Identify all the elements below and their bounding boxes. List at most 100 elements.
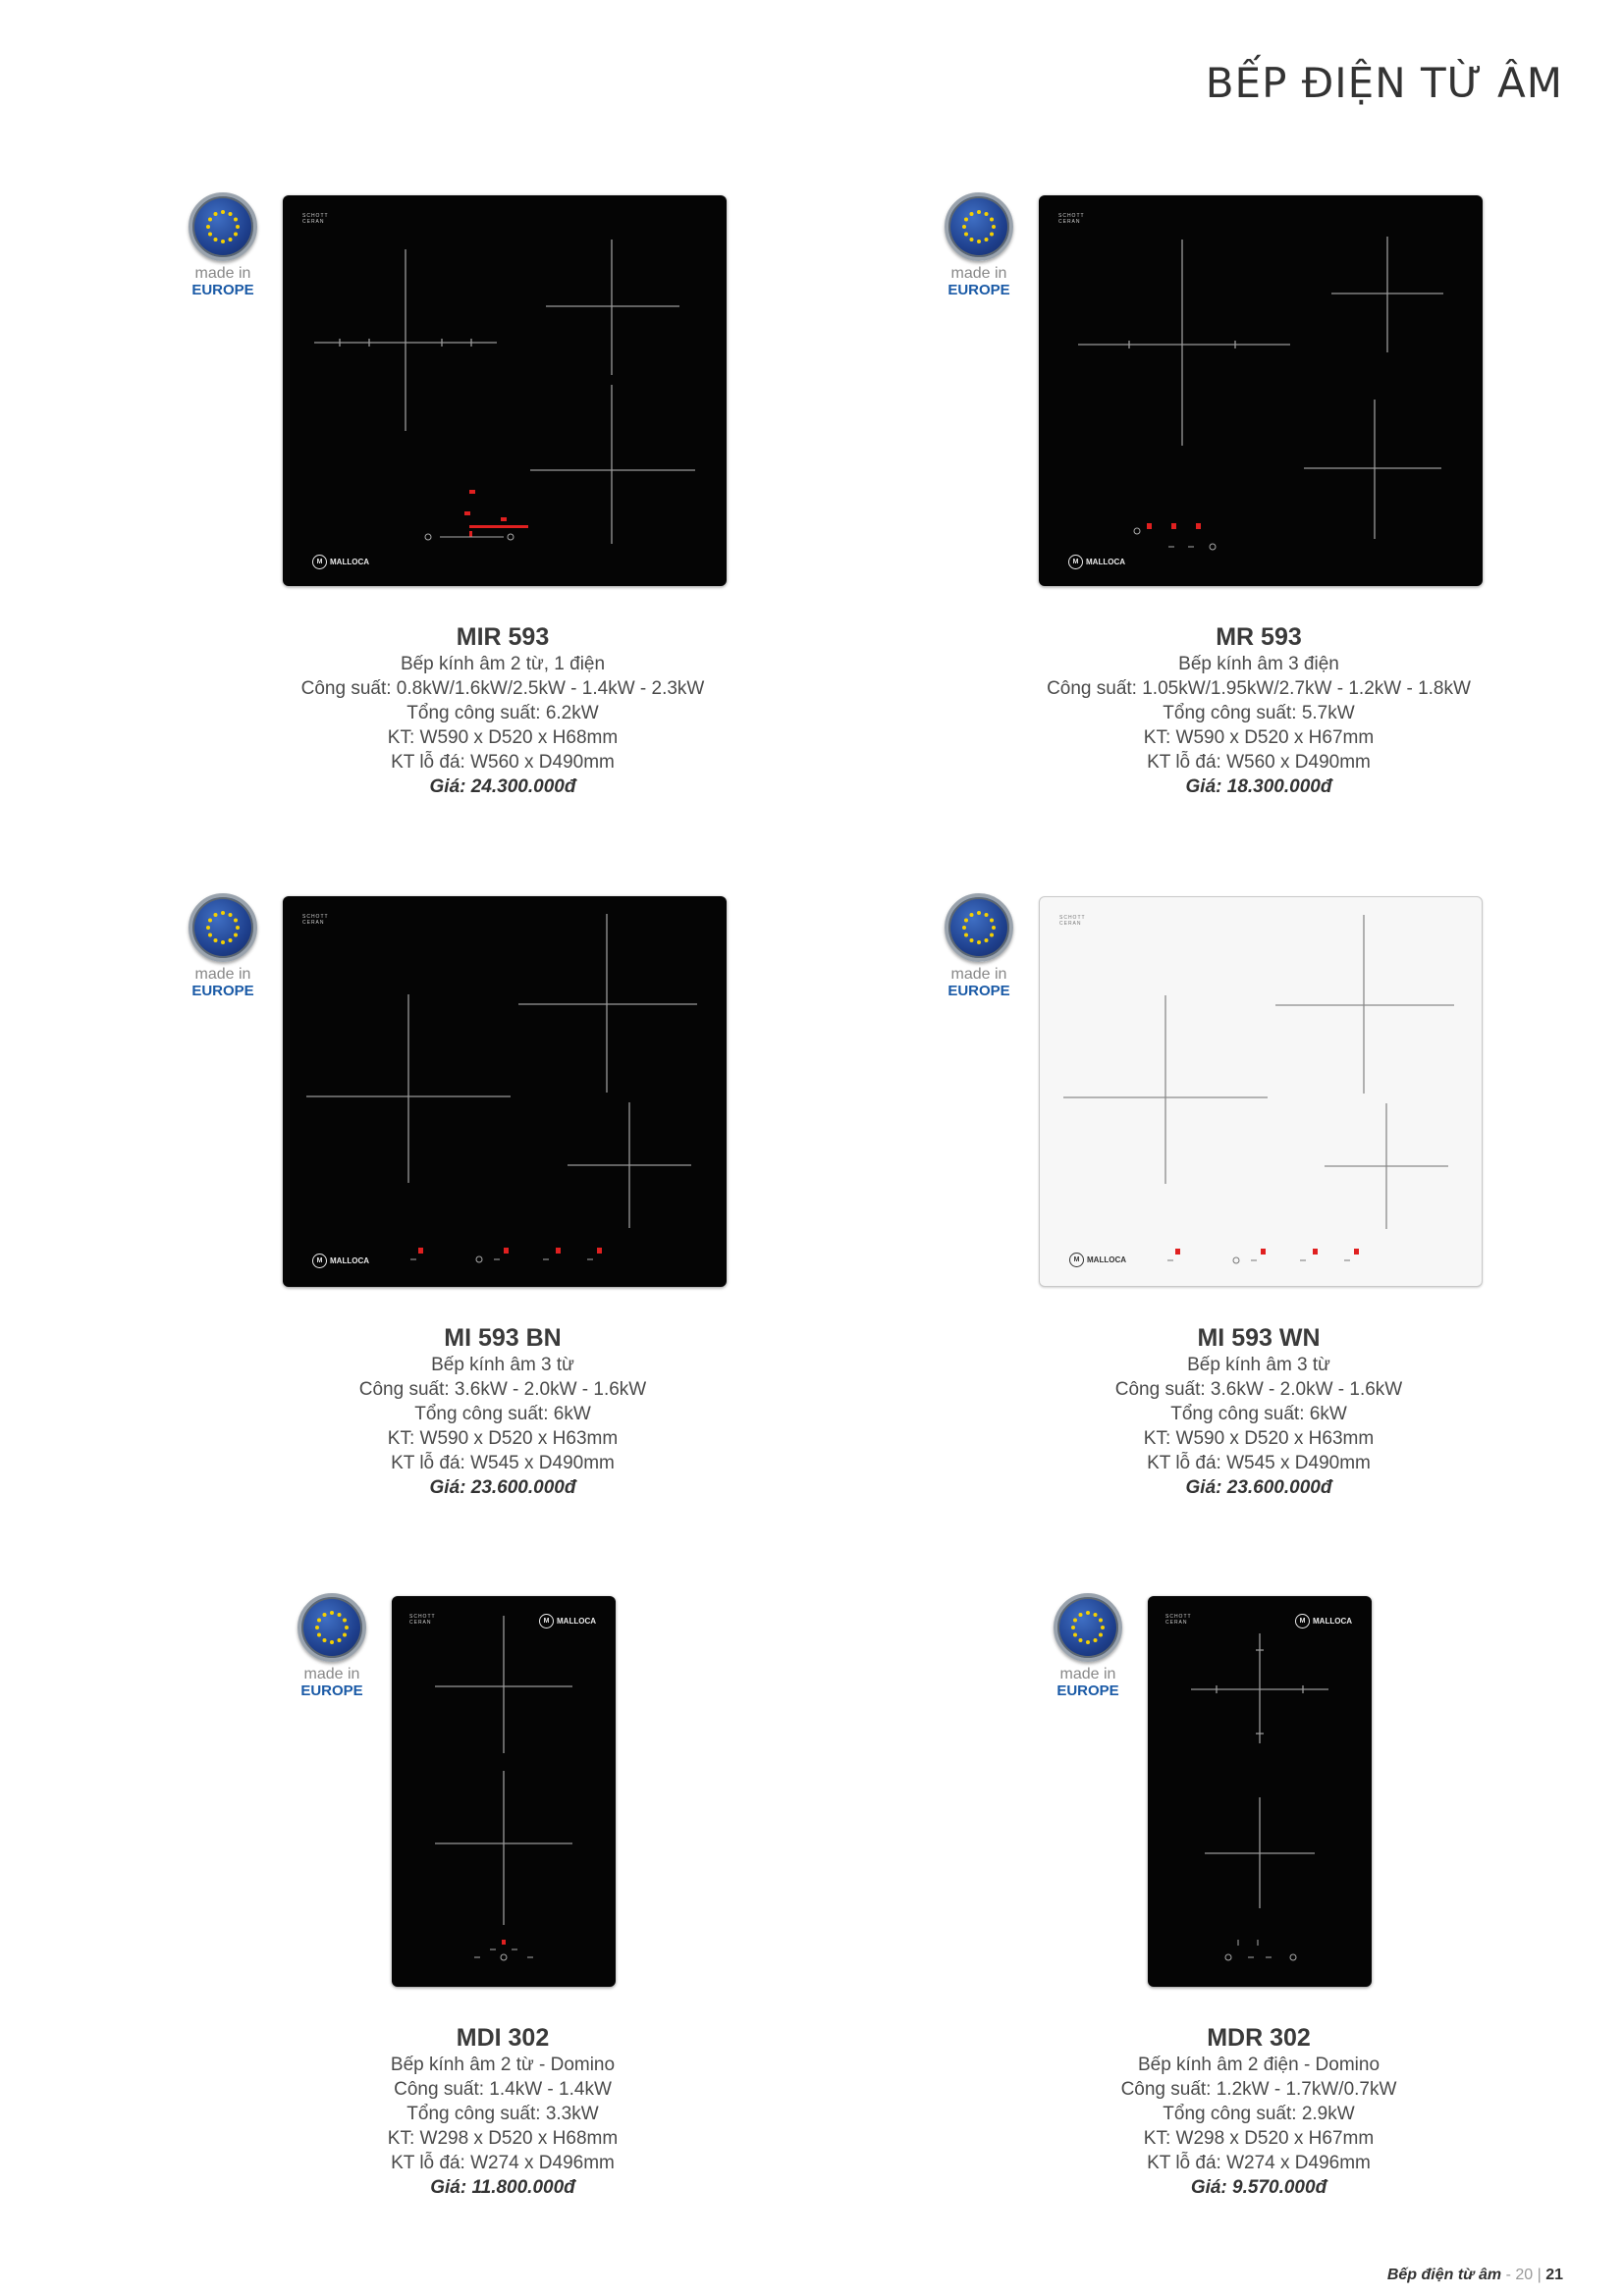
cutout-size: KT lỗ đá: W560 x D490mm [1147, 752, 1371, 773]
europe-label: EUROPE [191, 282, 254, 298]
page-number-left: 20 [1515, 2267, 1534, 2283]
made-in-europe-badge: made in EUROPE [288, 1593, 376, 1699]
price: Giá: 11.800.000đ [430, 2177, 575, 2198]
product-card-mdr-302: made in EUROPE SCHOTT CERAN M MALLOCA MDR … [886, 1593, 1624, 2202]
model-name: MI 593 WN [1197, 1324, 1321, 1352]
made-in-label: made in [1059, 1666, 1116, 1682]
eu-flag-icon [298, 1593, 366, 1662]
power-spec: Công suất: 1.4kW - 1.4kW [394, 2079, 612, 2100]
eu-flag-icon [945, 893, 1013, 962]
price: Giá: 23.600.000đ [429, 1477, 576, 1498]
dimensions: KT: W590 x D520 x H63mm [387, 1428, 619, 1449]
price: Giá: 24.300.000đ [429, 776, 576, 797]
europe-label: EUROPE [947, 983, 1010, 999]
malloca-logo: M MALLOCA [539, 1614, 596, 1629]
hob-image-mi-593-bn: SCHOTT CERAN M MALLOCA [283, 896, 727, 1287]
made-in-label: made in [194, 265, 251, 282]
price: Giá: 23.600.000đ [1185, 1477, 1332, 1498]
cutout-size: KT lỗ đá: W274 x D496mm [1147, 2153, 1371, 2173]
page-number-right: 21 [1545, 2267, 1563, 2283]
malloca-logo: M MALLOCA [1295, 1614, 1352, 1629]
hob-image-mi-593-wn: SCHOTT CERAN M MALLOCA [1039, 896, 1483, 1287]
model-name: MR 593 [1216, 623, 1302, 651]
product-card-mir-593: made in EUROPE SCHOTT CERAN M MALLOCA MIR … [130, 192, 876, 801]
product-info: MIR 593 Bếp kính âm 2 từ, 1 điện Công su… [130, 622, 876, 799]
made-in-label: made in [950, 966, 1007, 983]
eu-flag-icon [1054, 1593, 1122, 1662]
dimensions: KT: W590 x D520 x H68mm [387, 727, 619, 748]
product-card-mi-593-bn: made in EUROPE SCHOTT CERAN M MALLOCA MI 5… [130, 893, 876, 1502]
made-in-label: made in [303, 1666, 360, 1682]
eu-flag-icon [945, 192, 1013, 261]
product-type: Bếp kính âm 3 điện [1178, 654, 1339, 674]
product-card-mdi-302: made in EUROPE SCHOTT CERAN M MALLOCA MDI … [130, 1593, 876, 2202]
dimensions: KT: W298 x D520 x H67mm [1143, 2128, 1375, 2149]
product-info: MR 593 Bếp kính âm 3 điện Công suất: 1.0… [886, 622, 1624, 799]
power-spec: Công suất: 0.8kW/1.6kW/2.5kW - 1.4kW - 2… [300, 678, 705, 699]
malloca-logo: M MALLOCA [1068, 555, 1125, 569]
hob-image-mdr-302: SCHOTT CERAN M MALLOCA [1148, 1596, 1372, 1987]
total-power: Tổng công suất: 6kW [1170, 1404, 1347, 1424]
eu-flag-icon [189, 192, 257, 261]
dimensions: KT: W298 x D520 x H68mm [387, 2128, 619, 2149]
power-spec: Công suất: 3.6kW - 2.0kW - 1.6kW [1114, 1379, 1403, 1400]
malloca-logo: M MALLOCA [312, 555, 369, 569]
model-name: MI 593 BN [444, 1324, 562, 1352]
product-card-mi-593-wn: made in EUROPE SCHOTT CERAN M MALLOCA MI 5… [886, 893, 1624, 1502]
footer-section: Bếp điện từ âm [1386, 2267, 1502, 2283]
product-type: Bếp kính âm 3 từ [1187, 1355, 1330, 1375]
cutout-size: KT lỗ đá: W545 x D490mm [391, 1453, 615, 1473]
model-name: MDR 302 [1207, 2024, 1311, 2052]
product-info: MI 593 WN Bếp kính âm 3 từ Công suất: 3.… [886, 1323, 1624, 1500]
europe-label: EUROPE [300, 1682, 363, 1699]
dimensions: KT: W590 x D520 x H63mm [1143, 1428, 1375, 1449]
malloca-logo: M MALLOCA [312, 1254, 369, 1268]
europe-label: EUROPE [191, 983, 254, 999]
schott-ceran-mark: SCHOTT CERAN [302, 213, 329, 225]
made-in-europe-badge: made in EUROPE [179, 893, 267, 999]
europe-label: EUROPE [947, 282, 1010, 298]
product-type: Bếp kính âm 2 từ, 1 điện [400, 654, 606, 674]
price: Giá: 9.570.000đ [1190, 2177, 1327, 2198]
product-type: Bếp kính âm 2 từ - Domino [390, 2055, 616, 2075]
model-name: MIR 593 [456, 623, 550, 651]
schott-ceran-mark: SCHOTT CERAN [1058, 213, 1085, 225]
hob-image-mir-593: SCHOTT CERAN M MALLOCA [283, 195, 727, 586]
total-power: Tổng công suất: 5.7kW [1163, 703, 1355, 723]
power-spec: Công suất: 3.6kW - 2.0kW - 1.6kW [358, 1379, 647, 1400]
dimensions: KT: W590 x D520 x H67mm [1143, 727, 1375, 748]
schott-ceran-mark: SCHOTT CERAN [409, 1614, 436, 1626]
price: Giá: 18.300.000đ [1185, 776, 1332, 797]
made-in-europe-badge: made in EUROPE [935, 192, 1023, 298]
total-power: Tổng công suất: 6kW [414, 1404, 591, 1424]
schott-ceran-mark: SCHOTT CERAN [302, 914, 329, 926]
schott-ceran-mark: SCHOTT CERAN [1059, 915, 1086, 927]
product-info: MI 593 BN Bếp kính âm 3 từ Công suất: 3.… [130, 1323, 876, 1500]
page-title: BẾP ĐIỆN TỪ ÂM [1205, 59, 1563, 107]
product-type: Bếp kính âm 3 từ [431, 1355, 574, 1375]
footer-divider: | [1533, 2267, 1546, 2283]
schott-ceran-mark: SCHOTT CERAN [1165, 1614, 1192, 1626]
hob-image-mdi-302: SCHOTT CERAN M MALLOCA [392, 1596, 616, 1987]
made-in-europe-badge: made in EUROPE [179, 192, 267, 298]
page-footer: Bếp điện từ âm - 20 | 21 [1387, 2267, 1563, 2284]
total-power: Tổng công suất: 3.3kW [406, 2104, 599, 2124]
footer-sep: - [1501, 2267, 1516, 2283]
cutout-size: KT lỗ đá: W274 x D496mm [391, 2153, 615, 2173]
total-power: Tổng công suất: 6.2kW [406, 703, 599, 723]
made-in-label: made in [950, 265, 1007, 282]
hob-image-mr-593: SCHOTT CERAN M MALLOCA [1039, 195, 1483, 586]
made-in-europe-badge: made in EUROPE [935, 893, 1023, 999]
made-in-label: made in [194, 966, 251, 983]
europe-label: EUROPE [1056, 1682, 1119, 1699]
product-info: MDR 302 Bếp kính âm 2 điện - Domino Công… [886, 2023, 1624, 2200]
total-power: Tổng công suất: 2.9kW [1163, 2104, 1355, 2124]
product-info: MDI 302 Bếp kính âm 2 từ - Domino Công s… [130, 2023, 876, 2200]
malloca-logo: M MALLOCA [1069, 1253, 1126, 1267]
eu-flag-icon [189, 893, 257, 962]
made-in-europe-badge: made in EUROPE [1044, 1593, 1132, 1699]
power-spec: Công suất: 1.2kW - 1.7kW/0.7kW [1120, 2079, 1397, 2100]
model-name: MDI 302 [456, 2024, 550, 2052]
cutout-size: KT lỗ đá: W560 x D490mm [391, 752, 615, 773]
power-spec: Công suất: 1.05kW/1.95kW/2.7kW - 1.2kW -… [1047, 678, 1471, 699]
